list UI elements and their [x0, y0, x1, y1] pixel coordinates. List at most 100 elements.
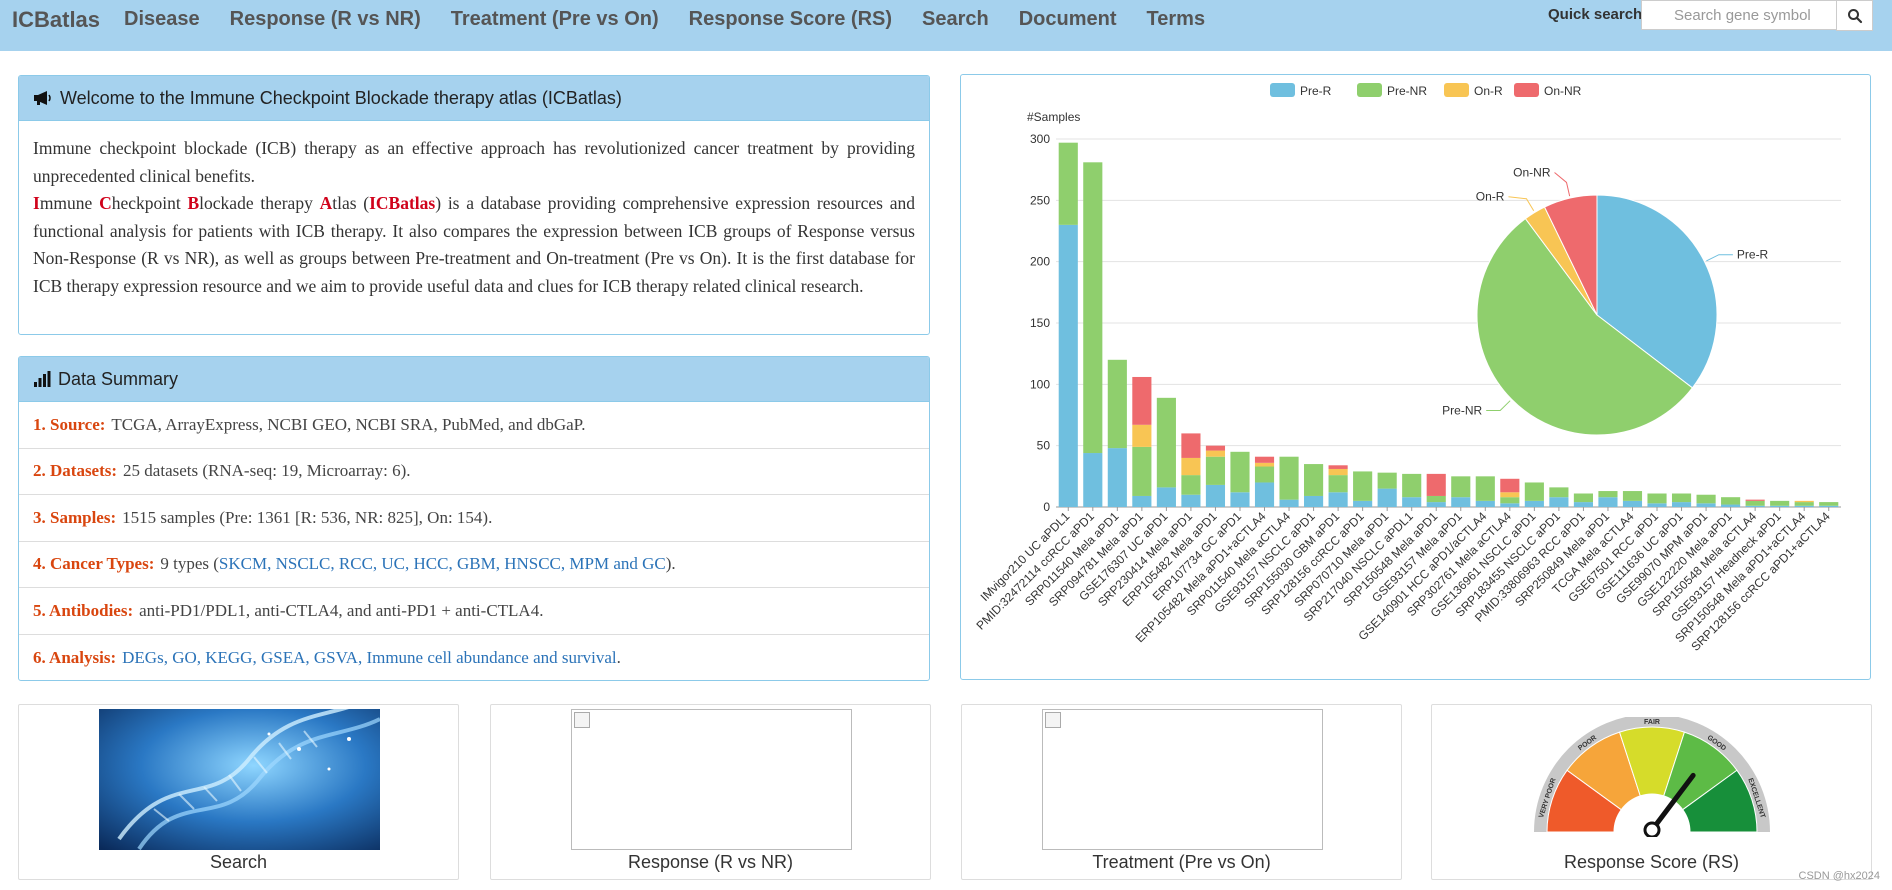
acronym-name: ICBatlas: [369, 193, 436, 213]
bar-segment: [1500, 497, 1520, 504]
search-card[interactable]: Search: [18, 704, 459, 880]
legend-swatch: [1357, 83, 1382, 97]
bar-segment: [1622, 500, 1643, 507]
summary-label: 4. Cancer Types:: [33, 554, 155, 574]
bar-segment: [1304, 464, 1324, 496]
bar-segment: [1353, 500, 1373, 507]
y-tick-label: 300: [1030, 132, 1050, 146]
response-score-card[interactable]: VERY POOR POOR FAIR GOOD EXCELLENT Response …: [1431, 704, 1872, 880]
y-tick-label: 0: [1043, 500, 1050, 514]
bar-segment: [1426, 473, 1446, 496]
bar-segment: [1647, 503, 1667, 507]
bar-segment: [1279, 499, 1299, 507]
search-button[interactable]: [1836, 0, 1873, 31]
summary-label: 5. Antibodies:: [33, 600, 134, 620]
nav-item-response[interactable]: Response (R vs NR): [230, 8, 421, 31]
analysis-link[interactable]: DEGs, GO, KEGG, GSEA, GSVA, Immune cell …: [122, 648, 617, 668]
megaphone-icon: [34, 91, 51, 105]
bar-segment: [1328, 475, 1348, 493]
treatment-card-label: Treatment (Pre vs On): [1092, 852, 1271, 872]
nav-item-search[interactable]: Search: [922, 8, 989, 31]
bar-segment: [1500, 503, 1520, 507]
legend-label: On-R: [1474, 84, 1503, 98]
bar-segment: [1353, 471, 1373, 501]
gene-search-input[interactable]: [1641, 0, 1837, 30]
bar-segment: [1205, 484, 1226, 507]
bar-segment: [1328, 492, 1348, 507]
summary-suffix: ).: [665, 554, 676, 574]
bar-segment: [1328, 468, 1348, 476]
broken-image-icon: [574, 712, 590, 728]
bar-segment: [1279, 456, 1299, 500]
samples-chart: 050100150200250300#SamplesIMvigor210 UC …: [974, 83, 1841, 654]
bar-segment: [1549, 497, 1569, 507]
response-card-label: Response (R vs NR): [627, 852, 794, 872]
pie-leader-line: [1554, 172, 1571, 197]
nav-item-treatment[interactable]: Treatment (Pre vs On): [451, 8, 659, 31]
bar-segment: [1770, 500, 1790, 506]
legend-swatch: [1514, 83, 1539, 97]
summary-label: 6. Analysis:: [33, 647, 117, 667]
summary-suffix: .: [616, 647, 621, 667]
bar-segment: [1181, 433, 1201, 458]
bar-segment: [1647, 493, 1667, 504]
watermark: CSDN @hx2024: [1798, 870, 1880, 882]
bar-segment: [1475, 500, 1495, 507]
gauge-image: VERY POORPOORFAIRGOODEXCELLENT: [1534, 717, 1770, 837]
pie-label: On-NR: [1513, 165, 1551, 179]
bar-segment: [1598, 497, 1618, 507]
bar-segment: [1696, 494, 1716, 504]
bar-segment: [1328, 465, 1348, 469]
bar-segment: [1377, 488, 1397, 507]
bar-segment: [1083, 162, 1103, 454]
bar-segment: [1058, 224, 1078, 507]
summary-value: anti-PD1/PDL1, anti-CTLA4, and anti-PD1 …: [139, 600, 544, 620]
broken-image: [1042, 709, 1323, 850]
bar-segment: [1402, 473, 1422, 498]
bar-segment: [1132, 376, 1152, 425]
nav-item-response-score[interactable]: Response Score (RS): [689, 8, 892, 31]
nav-item-disease[interactable]: Disease: [124, 8, 200, 31]
intro-paragraph: Immune checkpoint blockade (ICB) therapy…: [33, 138, 915, 186]
dna-image: [99, 709, 380, 850]
legend-label: Pre-NR: [1387, 84, 1427, 98]
summary-label: 1. Source:: [33, 414, 106, 434]
summary-value: TCGA, ArrayExpress, NCBI GEO, NCBI SRA, …: [111, 414, 586, 434]
legend-swatch: [1444, 83, 1469, 97]
y-axis-label: #Samples: [1027, 110, 1080, 124]
y-tick-label: 150: [1030, 316, 1050, 330]
broken-image: [571, 709, 852, 850]
pie-label: On-R: [1476, 190, 1505, 204]
pie-leader-line: [1486, 400, 1511, 412]
nav-item-terms[interactable]: Terms: [1147, 8, 1206, 31]
legend-swatch: [1270, 83, 1295, 97]
treatment-card[interactable]: Treatment (Pre vs On): [961, 704, 1402, 880]
bar-segment: [1573, 493, 1593, 503]
bar-segment: [1598, 491, 1618, 498]
acronym-word: tlas (: [332, 193, 370, 213]
acronym-letter: I: [33, 193, 40, 213]
cancer-types-link[interactable]: SKCM, NSCLC, RCC, UC, HCC, GBM, HNSCC, M…: [219, 554, 666, 574]
legend-label: On-NR: [1544, 84, 1582, 98]
brand-logo[interactable]: ICBatlas: [12, 7, 100, 33]
nav-item-document[interactable]: Document: [1019, 8, 1117, 31]
pie-label: Pre-NR: [1442, 404, 1482, 418]
welcome-title: Welcome to the Immune Checkpoint Blockad…: [60, 87, 622, 108]
navbar: ICBatlas Disease Response (R vs NR) Trea…: [0, 0, 1892, 51]
summary-value: 9 types (: [160, 554, 219, 574]
bar-segment: [1745, 505, 1765, 507]
bar-segment: [1745, 500, 1765, 506]
welcome-panel: Welcome to the Immune Checkpoint Blockad…: [18, 75, 930, 335]
bar-segment: [1304, 495, 1324, 507]
response-card[interactable]: Response (R vs NR): [490, 704, 931, 880]
bar-segment: [1819, 502, 1839, 506]
bar-segment: [1107, 359, 1127, 449]
summary-value: 1515 samples (Pre: 1361 [R: 536, NR: 825…: [122, 507, 493, 527]
bar-segment: [1451, 497, 1471, 507]
acronym-word: mmune: [39, 193, 100, 213]
bar-segment: [1671, 502, 1692, 507]
pie-leader-line: [1706, 254, 1733, 262]
chart-panel: 0 50 100 150 200 250 300 #Samples IMvigor210 UC …: [960, 74, 1871, 680]
bar-segment: [1745, 499, 1765, 501]
bar-segment: [1254, 462, 1275, 467]
